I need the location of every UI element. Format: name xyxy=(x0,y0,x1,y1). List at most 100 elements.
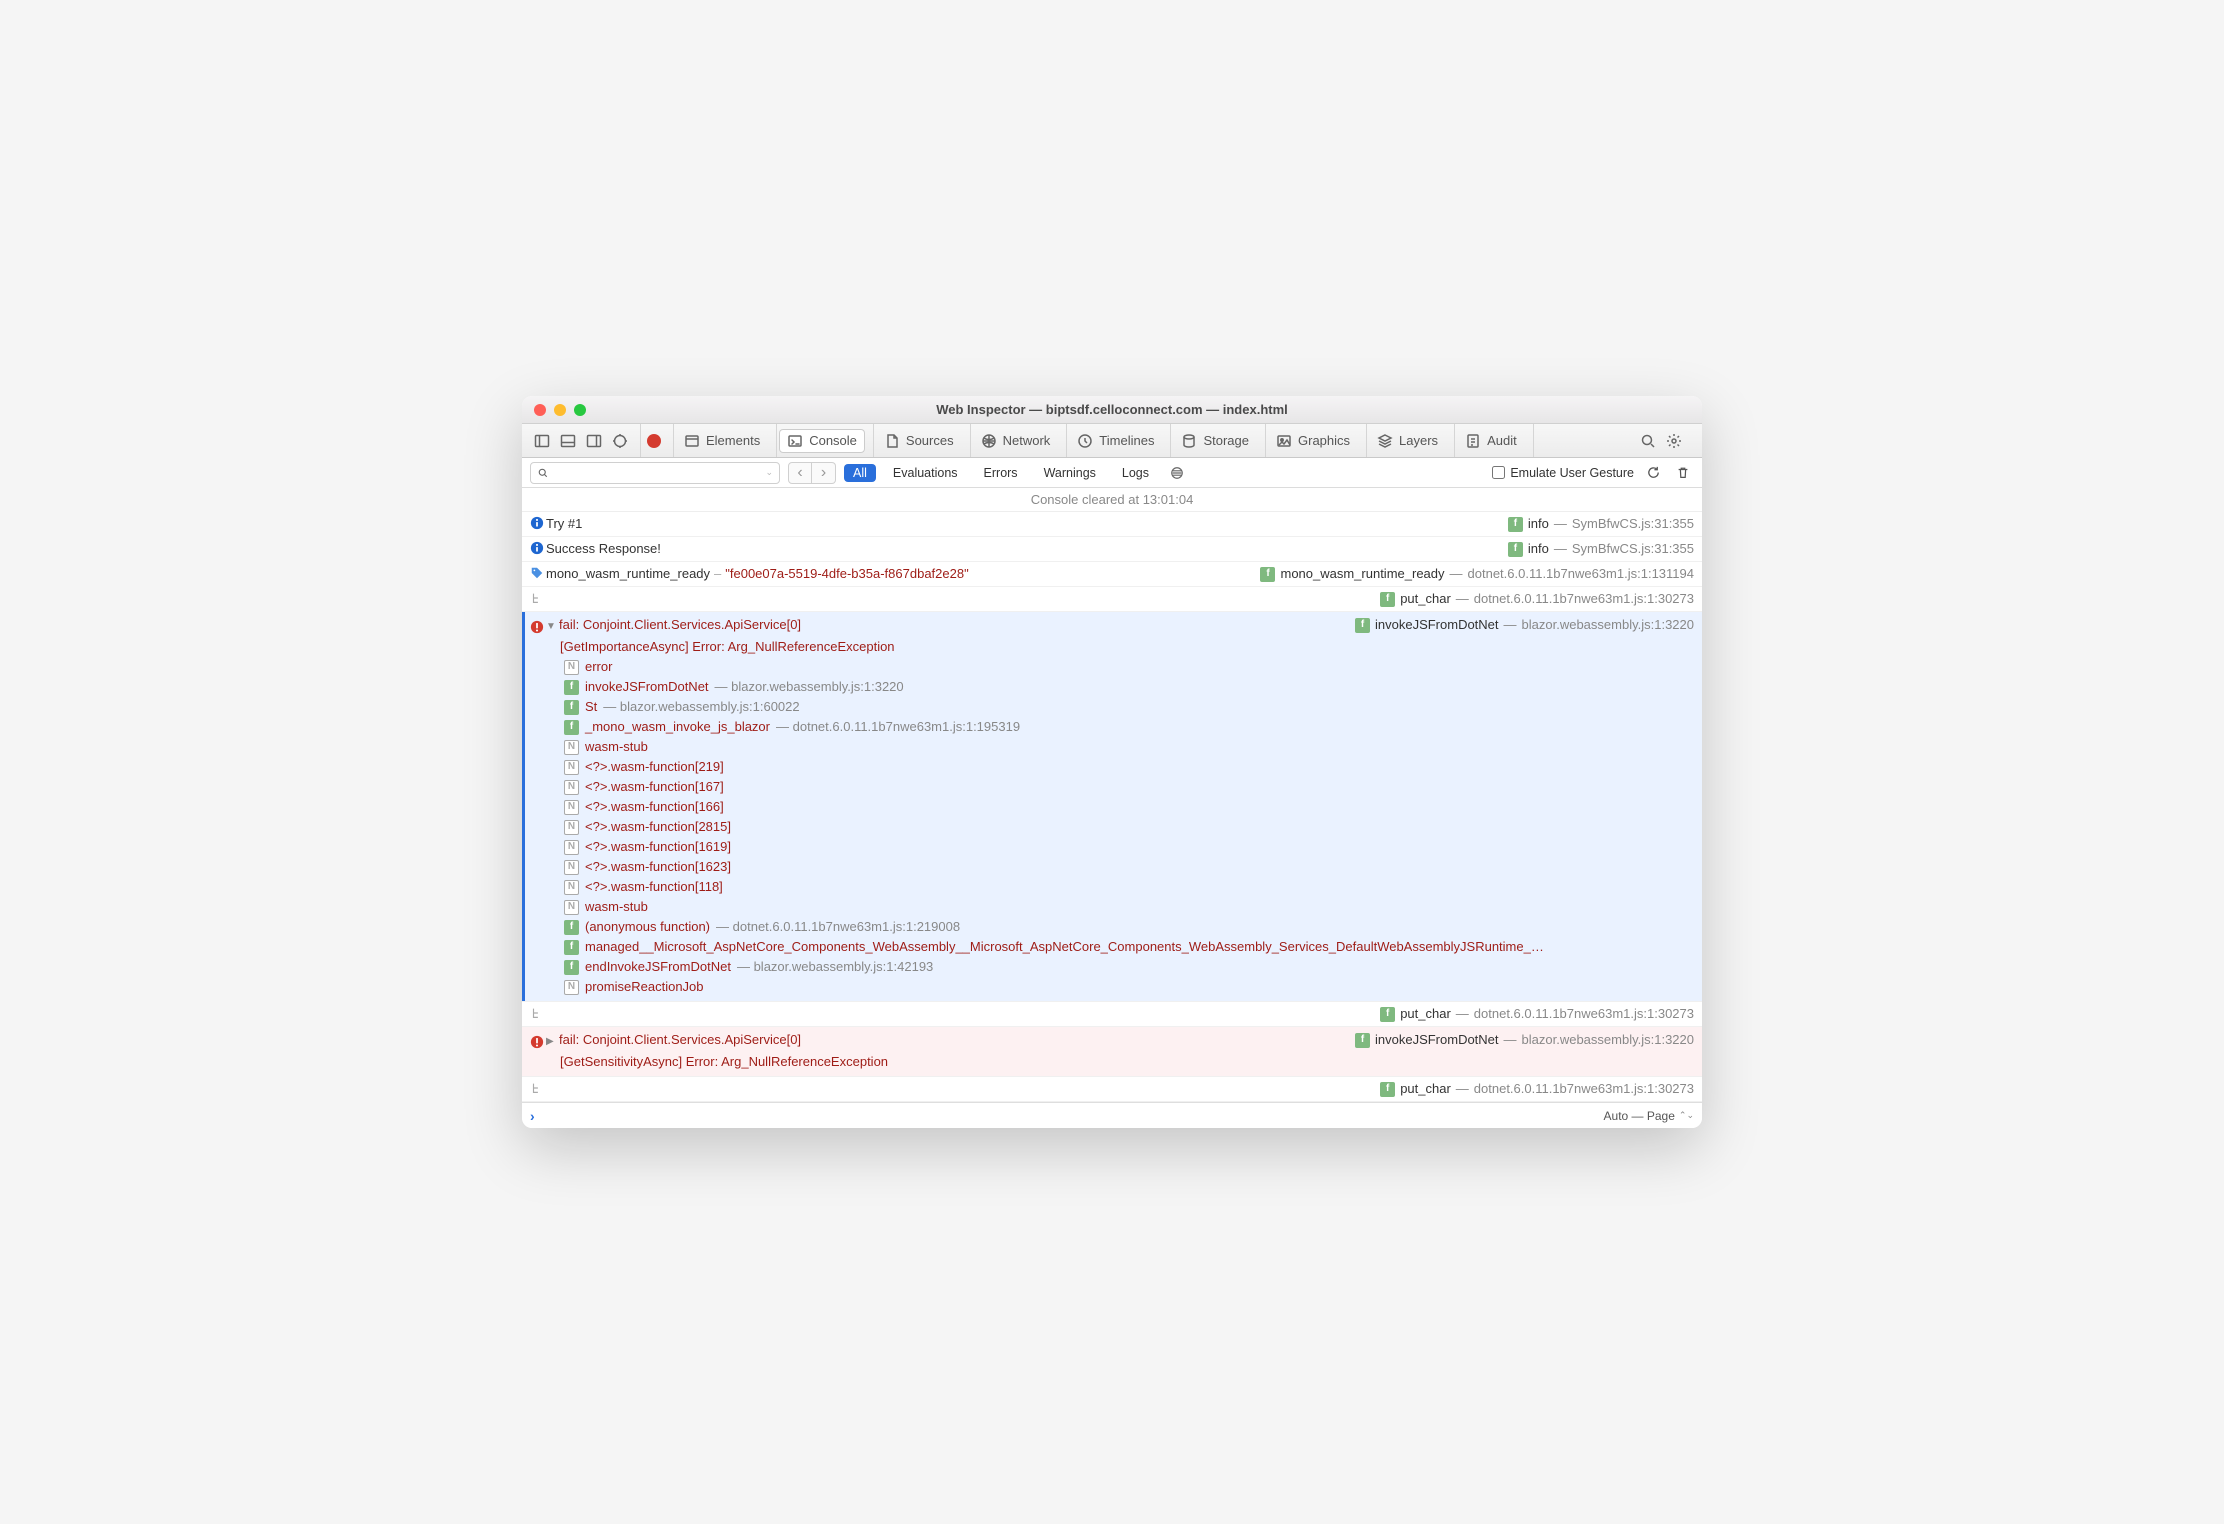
scope-icon[interactable] xyxy=(1166,462,1188,484)
filter-all[interactable]: All xyxy=(844,464,876,482)
filter-errors[interactable]: Errors xyxy=(975,464,1027,482)
log-row[interactable]: Try #1 finfo—SymBfwCS.js:31:355 xyxy=(522,512,1702,537)
tab-graphics[interactable]: Graphics xyxy=(1268,429,1358,453)
function-badge-icon: f xyxy=(1260,567,1275,582)
log-row[interactable]: fput_char—dotnet.6.0.11.1b7nwe63m1.js:1:… xyxy=(522,587,1702,612)
next-button[interactable]: › xyxy=(812,462,836,484)
error-icon xyxy=(528,615,546,637)
trace-line[interactable]: N<?>.wasm-function[166] xyxy=(564,797,1694,817)
tab-storage[interactable]: Storage xyxy=(1173,429,1257,453)
settings-icon[interactable] xyxy=(1662,429,1686,453)
native-badge-icon: N xyxy=(564,800,579,815)
native-badge-icon: N xyxy=(564,660,579,675)
reload-icon[interactable] xyxy=(1642,462,1664,484)
tab-timelines[interactable]: Timelines xyxy=(1069,429,1162,453)
trace-location[interactable]: dotnet.6.0.11.1b7nwe63m1.js:1:195319 xyxy=(776,717,1020,737)
info-icon xyxy=(528,514,546,530)
disclosure-triangle-right-icon[interactable]: ▶ xyxy=(546,1032,557,1052)
trace-line[interactable]: N <?>.wasm-function[219] xyxy=(564,757,1694,777)
error-row-expanded[interactable]: ▼fail: Conjoint.Client.Services.ApiServi… xyxy=(522,612,1702,1002)
trace-location[interactable]: blazor.webassembly.js:1:3220 xyxy=(715,677,904,697)
trace-line[interactable]: fmanaged__Microsoft_AspNetCore_Component… xyxy=(564,937,1694,957)
tab-elements[interactable]: Elements xyxy=(676,429,768,453)
toolbar: Elements Console Sources Network Timelin… xyxy=(522,424,1702,458)
error-row[interactable]: ▶fail: Conjoint.Client.Services.ApiServi… xyxy=(522,1027,1702,1077)
log-message: mono_wasm_runtime_ready–"fe00e07a-5519-4… xyxy=(546,564,1252,584)
disclosure-triangle-down-icon[interactable]: ▼ xyxy=(546,617,557,637)
filter-evaluations[interactable]: Evaluations xyxy=(884,464,967,482)
filter-input[interactable] xyxy=(553,466,761,480)
trace-line[interactable]: f(anonymous function)dotnet.6.0.11.1b7nw… xyxy=(564,917,1694,937)
dock-right-icon[interactable] xyxy=(582,429,606,453)
inspect-icon[interactable] xyxy=(608,429,632,453)
function-badge-icon: f xyxy=(1355,618,1370,633)
log-source[interactable]: finfo—SymBfwCS.js:31:355 xyxy=(1508,514,1694,534)
trace-function-name: <?>.wasm-function[118] xyxy=(585,877,723,897)
execution-context-selector[interactable]: Auto — Page⌃⌄ xyxy=(1604,1109,1694,1123)
function-badge-icon: f xyxy=(564,940,579,955)
dropdown-icon[interactable]: ⌄ xyxy=(765,467,773,478)
trace-line[interactable]: fStblazor.webassembly.js:1:60022 xyxy=(564,697,1694,717)
console-prompt[interactable]: › Auto — Page⌃⌄ xyxy=(522,1102,1702,1128)
trace-line[interactable]: Nerror xyxy=(564,657,1694,677)
search-icon[interactable] xyxy=(1636,429,1660,453)
tab-audit[interactable]: Audit xyxy=(1457,429,1525,453)
log-source[interactable]: fput_char—dotnet.6.0.11.1b7nwe63m1.js:1:… xyxy=(1380,589,1694,609)
console-input[interactable] xyxy=(543,1108,1604,1123)
function-badge-icon: f xyxy=(1508,542,1523,557)
trace-line[interactable]: N<?>.wasm-function[1623] xyxy=(564,857,1694,877)
close-button[interactable] xyxy=(534,404,546,416)
search-icon xyxy=(537,467,549,479)
console-rows[interactable]: Try #1 finfo—SymBfwCS.js:31:355 Success … xyxy=(522,512,1702,1102)
tab-layers[interactable]: Layers xyxy=(1369,429,1446,453)
log-source[interactable]: fput_char—dotnet.6.0.11.1b7nwe63m1.js:1:… xyxy=(1380,1004,1694,1024)
trace-line[interactable]: f_mono_wasm_invoke_js_blazordotnet.6.0.1… xyxy=(564,717,1694,737)
trace-location[interactable]: dotnet.6.0.11.1b7nwe63m1.js:1:219008 xyxy=(716,917,960,937)
minimize-button[interactable] xyxy=(554,404,566,416)
console-cleared-message: Console cleared at 13:01:04 xyxy=(522,488,1702,512)
log-source[interactable]: fput_char—dotnet.6.0.11.1b7nwe63m1.js:1:… xyxy=(1380,1079,1694,1099)
tab-console[interactable]: Console xyxy=(779,429,865,453)
prev-button[interactable]: ‹ xyxy=(788,462,812,484)
log-row[interactable]: fput_char—dotnet.6.0.11.1b7nwe63m1.js:1:… xyxy=(522,1002,1702,1027)
trace-line[interactable]: N<?>.wasm-function[118] xyxy=(564,877,1694,897)
info-icon xyxy=(528,539,546,555)
trace-line[interactable]: N<?>.wasm-function[1619] xyxy=(564,837,1694,857)
log-row[interactable]: mono_wasm_runtime_ready–"fe00e07a-5519-4… xyxy=(522,562,1702,587)
dock-bottom-icon[interactable] xyxy=(556,429,580,453)
tab-network[interactable]: Network xyxy=(973,429,1059,453)
log-source[interactable]: finvokeJSFromDotNet—blazor.webassembly.j… xyxy=(1355,1030,1694,1050)
trace-function-name: <?>.wasm-function[2815] xyxy=(585,817,731,837)
log-source[interactable]: fmono_wasm_runtime_ready—dotnet.6.0.11.1… xyxy=(1260,564,1694,584)
filter-search[interactable]: ⌄ xyxy=(530,462,780,484)
log-row[interactable]: fput_char—dotnet.6.0.11.1b7nwe63m1.js:1:… xyxy=(522,1077,1702,1102)
trace-location[interactable]: blazor.webassembly.js:1:42193 xyxy=(737,957,933,977)
zoom-button[interactable] xyxy=(574,404,586,416)
tab-sources[interactable]: Sources xyxy=(876,429,962,453)
filter-logs[interactable]: Logs xyxy=(1113,464,1158,482)
filter-bar: ⌄ ‹ › All Evaluations Errors Warnings Lo… xyxy=(522,458,1702,488)
error-title: fail: Conjoint.Client.Services.ApiServic… xyxy=(559,1032,801,1047)
trace-function-name: St xyxy=(585,697,597,717)
trace-function-name: <?>.wasm-function[219] xyxy=(585,757,724,777)
trace-line[interactable]: finvokeJSFromDotNetblazor.webassembly.js… xyxy=(564,677,1694,697)
trace-line[interactable]: NpromiseReactionJob xyxy=(564,977,1694,997)
trace-function-name: <?>.wasm-function[1619] xyxy=(585,837,731,857)
trash-icon[interactable] xyxy=(1672,462,1694,484)
log-source[interactable]: finvokeJSFromDotNet—blazor.webassembly.j… xyxy=(1355,615,1694,635)
trace-line[interactable]: Nwasm-stub xyxy=(564,897,1694,917)
trace-line[interactable]: Nwasm-stub xyxy=(564,737,1694,757)
dock-left-icon[interactable] xyxy=(530,429,554,453)
function-badge-icon: f xyxy=(1380,592,1395,607)
trace-line[interactable]: N<?>.wasm-function[2815] xyxy=(564,817,1694,837)
trace-line[interactable]: fendInvokeJSFromDotNetblazor.webassembly… xyxy=(564,957,1694,977)
emulate-checkbox[interactable]: Emulate User Gesture xyxy=(1492,466,1634,480)
filter-warnings[interactable]: Warnings xyxy=(1035,464,1105,482)
error-indicator-icon[interactable] xyxy=(643,430,665,452)
trace-line[interactable]: N<?>.wasm-function[167] xyxy=(564,777,1694,797)
native-badge-icon: N xyxy=(564,760,579,775)
trace-location[interactable]: blazor.webassembly.js:1:60022 xyxy=(603,697,799,717)
log-message: Try #1 xyxy=(546,514,1500,534)
log-row[interactable]: Success Response! finfo—SymBfwCS.js:31:3… xyxy=(522,537,1702,562)
log-source[interactable]: finfo—SymBfwCS.js:31:355 xyxy=(1508,539,1694,559)
